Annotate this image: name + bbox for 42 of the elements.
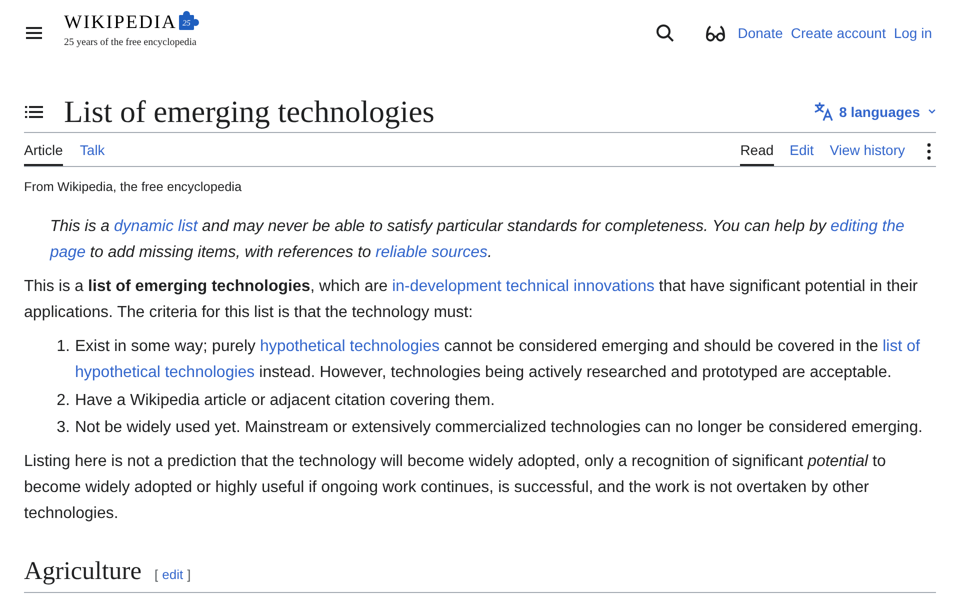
glasses-icon[interactable]	[706, 24, 725, 42]
text-link[interactable]: reliable sources	[376, 244, 488, 261]
more-icon[interactable]	[927, 142, 931, 160]
text-link[interactable]: editing the	[830, 218, 904, 235]
languages-button[interactable]: 8 languages	[814, 102, 936, 121]
list-number: 1.	[56, 337, 70, 357]
tab[interactable]: View history	[830, 133, 905, 166]
puzzle-logo[interactable]: 25	[176, 10, 200, 32]
chevron-down-icon	[928, 109, 936, 114]
tab[interactable]: Talk	[80, 133, 105, 166]
text-link[interactable]: hypothetical technologies	[75, 364, 255, 381]
list-number: 3.	[56, 418, 70, 438]
paragraph: Listing here is not a prediction that the technology will become widely adopted, only a recognition of significant potential to become widely adopted or highly useful if ongoing work continues, is successful, and the work is not overtaken by other technologies.	[24, 452, 887, 524]
list-item-text: Exist in some way; purely hypothetical technologies cannot be considered emerging and should be covered in the list of hypothetical technologies instead. However, technologies being actively researched and prototyped are acceptable.	[75, 337, 921, 383]
header-link[interactable]: Log in	[894, 25, 932, 41]
text-link[interactable]: in-development technical innovations	[392, 278, 654, 295]
search-icon[interactable]	[656, 24, 674, 42]
list-item-text: Not be widely used yet. Mainstream or extensively commercialized technologies can no longer be considered emerging.	[75, 418, 923, 438]
section-heading: Agriculture	[24, 555, 142, 588]
list-item-text: Have a Wikipedia article or adjacent citation covering them.	[75, 390, 495, 411]
site-subtitle: From Wikipedia, the free encyclopedia	[24, 178, 243, 196]
tab[interactable]: Edit	[790, 133, 814, 166]
list-number: 2.	[56, 390, 70, 411]
tagline: 25 years of the free encyclopedia	[64, 36, 198, 48]
list-icon[interactable]	[25, 106, 43, 118]
text-link[interactable]: dynamic list	[114, 218, 198, 235]
translate-icon	[814, 102, 834, 121]
tab[interactable]: Article	[24, 133, 63, 166]
text-link[interactable]: hypothetical technologies	[260, 338, 440, 355]
hatnote: This is a dynamic list and may never be able to satisfy particular standards for completeness. You can help by editing the page to add missing items, with references to reliable sources.	[48, 217, 906, 263]
text-link[interactable]: page	[50, 244, 86, 261]
tab[interactable]: Read	[740, 133, 774, 166]
edit-bracket: [	[154, 566, 158, 584]
header-link[interactable]: Donate	[738, 25, 783, 41]
wordmark[interactable]: WIKIPEDIA	[64, 12, 177, 32]
edit-bracket: ]	[187, 566, 191, 584]
menu-icon[interactable]	[26, 27, 42, 39]
page-title: List of emerging technologies	[64, 92, 434, 131]
header-link[interactable]: Create account	[790, 25, 886, 41]
paragraph: This is a list of emerging technologies, which are in-development technical innovations that have significant potential in their applications. The criteria for this list is that the technology must:	[24, 277, 919, 323]
text-link[interactable]: list of	[882, 338, 920, 355]
edit-link[interactable]: edit	[162, 562, 184, 588]
